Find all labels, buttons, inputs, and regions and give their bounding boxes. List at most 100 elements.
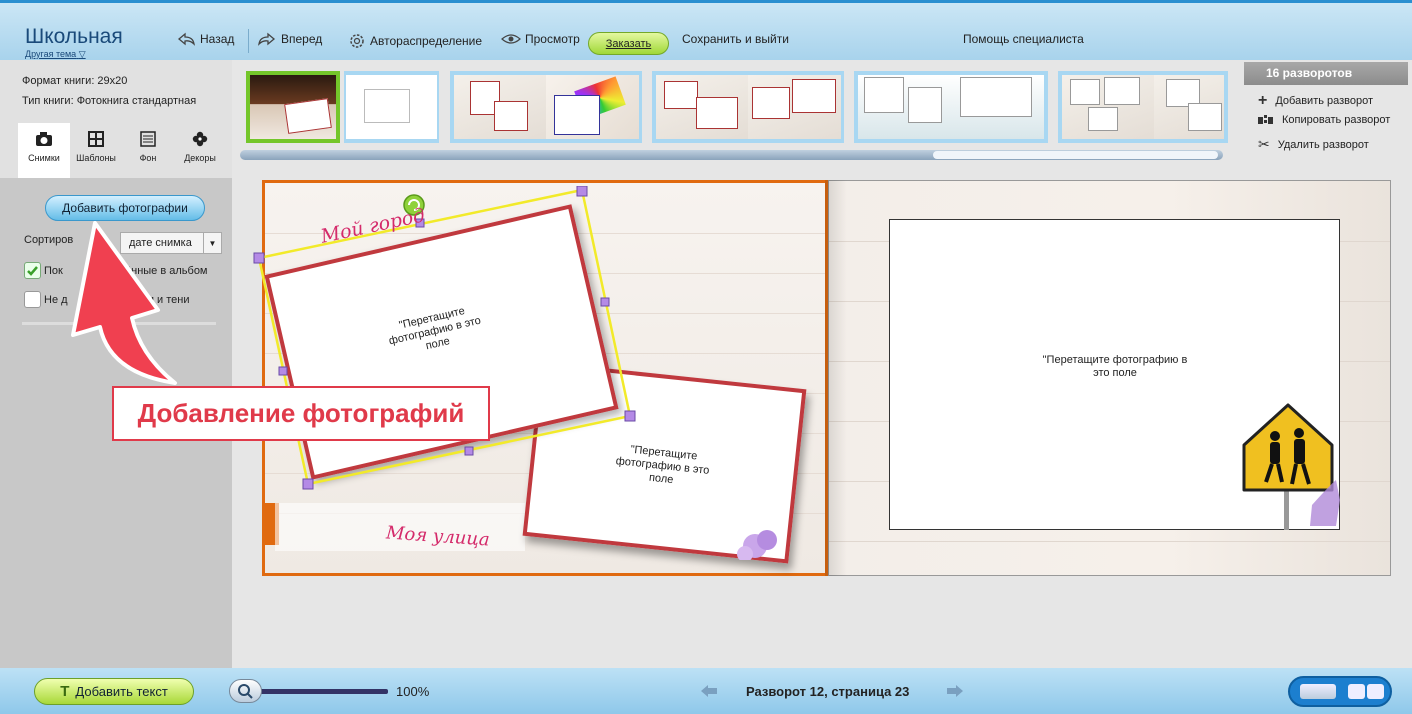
- thumbnail-scrollbar[interactable]: [240, 150, 1223, 160]
- selection-box[interactable]: [252, 186, 642, 490]
- thumbnail-photo: [792, 79, 836, 113]
- spread-thumbnail[interactable]: [1058, 71, 1228, 143]
- spreads-panel: 16 разворотов + Добавить разворот Копиро…: [1240, 60, 1412, 170]
- zoom-icon: [238, 684, 253, 699]
- tab-snapshots[interactable]: Снимки: [18, 123, 70, 178]
- tab-templates[interactable]: Шаблоны: [70, 123, 122, 178]
- scrollbar-thumb[interactable]: [933, 151, 1218, 159]
- delete-spread-label: Удалить разворот: [1277, 138, 1369, 151]
- copy-icon: [1258, 115, 1273, 124]
- camera-icon: [18, 131, 70, 151]
- autodistribute-button[interactable]: Автораспределение: [348, 32, 482, 50]
- preview-button[interactable]: Просмотр: [501, 32, 580, 46]
- zoom-slider-knob[interactable]: [229, 679, 262, 703]
- undo-icon: [177, 32, 195, 46]
- spreads-count: 16 разворотов: [1244, 62, 1408, 85]
- check-icon: [27, 266, 38, 276]
- tutorial-callout: Добавление фотографий: [112, 386, 490, 441]
- thumbnail-photo: [284, 98, 332, 134]
- thumbnail-photo: [960, 77, 1032, 117]
- thumbnail-photo: [908, 87, 942, 123]
- redo-icon: [258, 32, 276, 46]
- add-text-button[interactable]: T Добавить текст: [34, 678, 194, 705]
- zoom-slider[interactable]: [250, 689, 388, 694]
- single-page-view-icon[interactable]: [1300, 684, 1336, 699]
- theme-title: Школьная: [25, 25, 123, 48]
- text-icon: T: [60, 683, 70, 700]
- resize-handle[interactable]: [624, 410, 636, 422]
- change-theme-link[interactable]: Другая тема ▽: [25, 49, 86, 60]
- thumbnail-photo: [1070, 79, 1100, 105]
- templates-icon: [70, 131, 122, 151]
- autodistribute-label: Автораспределение: [370, 34, 483, 48]
- copy-spread-label: Копировать разворот: [1282, 114, 1391, 126]
- resize-handle[interactable]: [253, 252, 265, 264]
- thumbnail-photo: [696, 97, 738, 129]
- page-line: [829, 541, 1390, 542]
- tab-decor[interactable]: Декоры: [174, 123, 226, 178]
- thumbnail-photo: [1088, 107, 1118, 131]
- tab-snapshots-label: Снимки: [28, 153, 60, 163]
- expert-help-link[interactable]: Помощь специалиста: [963, 32, 1084, 46]
- scissors-icon: ✂: [1258, 136, 1270, 152]
- spread-page-indicator: Разворот 12, страница 23: [746, 684, 910, 699]
- thumbnail-photo: [554, 95, 600, 135]
- thumbnail-photo: [364, 89, 410, 123]
- spread-view-icon[interactable]: [1348, 684, 1365, 699]
- chevron-down-icon: ▽: [78, 49, 86, 59]
- resize-handle[interactable]: [576, 186, 588, 197]
- forward-label: Вперед: [281, 32, 323, 46]
- resize-handle[interactable]: [600, 297, 610, 307]
- eye-icon: [501, 34, 521, 44]
- thumbnail-photo: [494, 101, 528, 131]
- bottom-toolbar: T Добавить текст 100% Разворот 12, стран…: [0, 668, 1412, 714]
- change-theme-label: Другая тема: [25, 49, 77, 59]
- school-crossing-sign: [1242, 403, 1340, 530]
- thumbnail-photo: [752, 87, 790, 119]
- book-info: Формат книги: 29x20 Тип книги: Фотокнига…: [0, 60, 232, 122]
- plus-icon: +: [1258, 92, 1268, 109]
- add-spread-label: Добавить разворот: [1275, 95, 1374, 107]
- drop-placeholder-3: "Перетащите фотографию в это поле: [1042, 354, 1188, 379]
- copy-spread-button[interactable]: Копировать разворот: [1258, 114, 1390, 126]
- divider: [248, 29, 249, 53]
- book-type: Тип книги: Фотокнига стандартная: [22, 95, 197, 107]
- add-text-label: Добавить текст: [75, 684, 168, 699]
- prev-spread-icon[interactable]: [700, 684, 718, 698]
- spread-thumbnail[interactable]: [344, 71, 439, 143]
- thumbnail-photo: [664, 81, 698, 109]
- decor-icon: [174, 131, 226, 151]
- spread-view-icon[interactable]: [1367, 684, 1384, 699]
- gear-icon: [350, 34, 364, 48]
- delete-spread-button[interactable]: ✂ Удалить разворот: [1258, 136, 1369, 153]
- show-used-checkbox[interactable]: [24, 262, 41, 279]
- spread-thumbnail[interactable]: [652, 71, 844, 143]
- resize-handle[interactable]: [464, 446, 474, 456]
- photobook-editor: Школьная Другая тема ▽ Назад Вперед Авто…: [0, 0, 1412, 714]
- thumbnail-photo: [864, 77, 904, 113]
- spread-thumbnail[interactable]: [450, 71, 642, 143]
- thumbnail-photo: [1104, 77, 1140, 105]
- next-spread-icon[interactable]: [946, 684, 964, 698]
- preview-label: Просмотр: [525, 32, 580, 46]
- tab-background-label: Фон: [139, 153, 157, 163]
- cover-thumbnail[interactable]: [246, 71, 340, 143]
- add-spread-button[interactable]: + Добавить разворот: [1258, 92, 1373, 110]
- top-toolbar: Школьная Другая тема ▽ Назад Вперед Авто…: [0, 0, 1412, 60]
- view-mode-toggle[interactable]: [1288, 676, 1392, 707]
- no-frames-checkbox[interactable]: [24, 291, 41, 308]
- back-label: Назад: [200, 32, 235, 46]
- forward-button[interactable]: Вперед: [257, 32, 322, 46]
- resize-handle[interactable]: [278, 366, 288, 376]
- tutorial-arrow-icon: [71, 221, 177, 385]
- tab-background[interactable]: Фон: [122, 123, 174, 178]
- flower-decor: [737, 530, 777, 560]
- back-button[interactable]: Назад: [176, 32, 234, 46]
- save-exit-button[interactable]: Сохранить и выйти: [682, 32, 789, 46]
- resize-handle[interactable]: [302, 478, 314, 490]
- thumbnail-photo: [1188, 103, 1222, 131]
- background-icon: [122, 131, 174, 151]
- order-button[interactable]: Заказать: [588, 32, 669, 55]
- zoom-value: 100%: [396, 684, 430, 699]
- spread-thumbnail[interactable]: [854, 71, 1048, 143]
